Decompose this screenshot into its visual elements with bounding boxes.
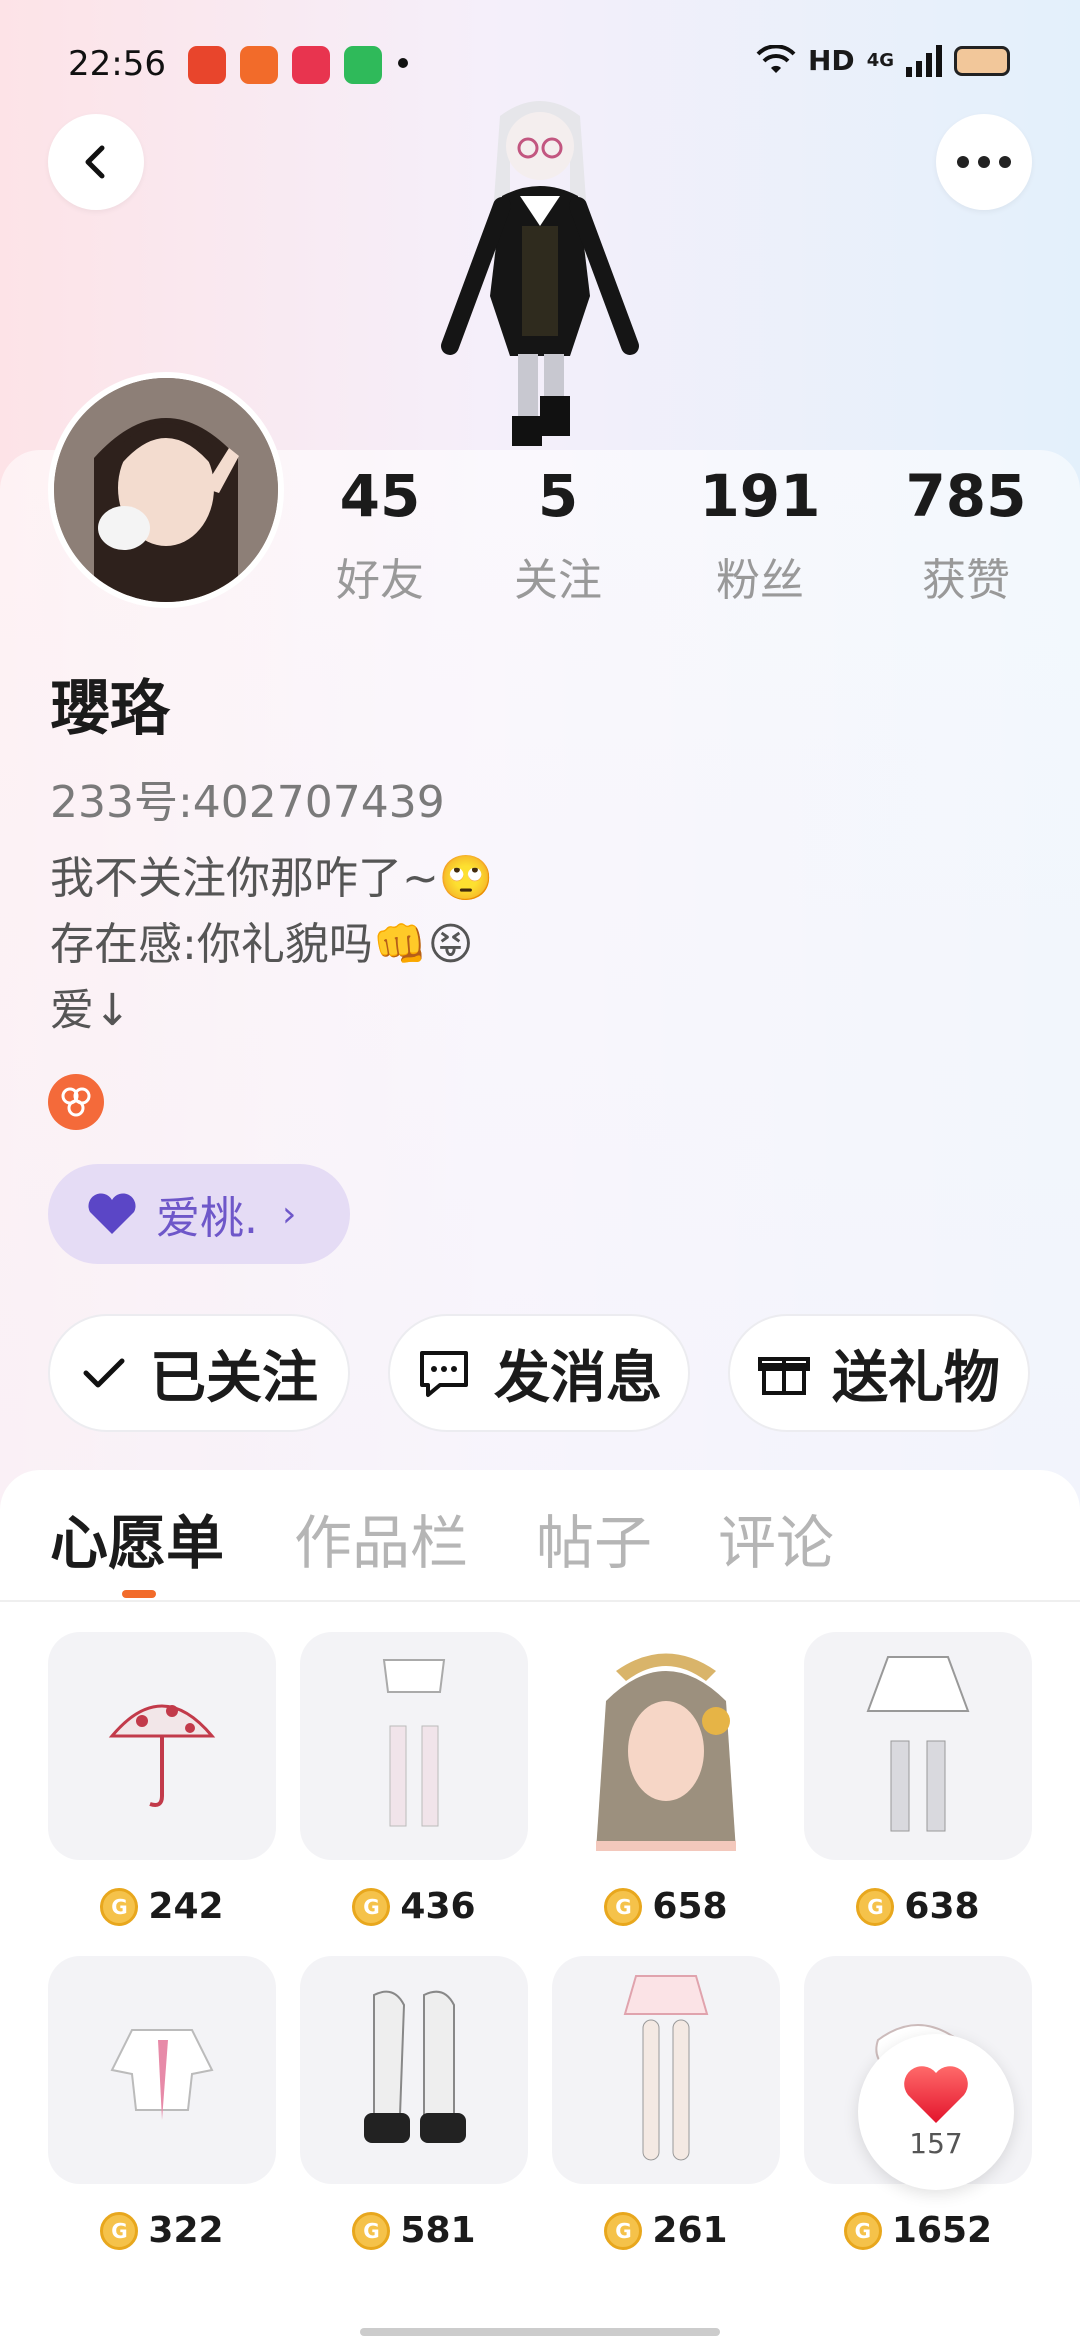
avatar-photo <box>54 378 278 602</box>
gift-icon <box>758 1357 810 1395</box>
item-price: 436 <box>400 1886 476 1927</box>
chevron-right-icon: › <box>282 1193 297 1235</box>
coin-icon: G <box>100 2211 139 2250</box>
avatar[interactable] <box>48 372 284 608</box>
bio-line-3: 爱↓ <box>50 985 131 1036</box>
gift-label: 送礼物 <box>832 1345 1000 1411</box>
wishlist-item[interactable]: G 261 <box>552 1956 780 2251</box>
stat-fans-label: 粉丝 <box>716 555 804 606</box>
tab-wishlist[interactable]: 心愿单 <box>50 1496 224 1580</box>
group-badge-icon[interactable] <box>48 1074 104 1130</box>
taobao-special-app-icon <box>240 46 278 84</box>
stat-following-label: 关注 <box>514 555 602 606</box>
avatar-3d-figure <box>441 101 639 446</box>
message-label: 发消息 <box>494 1345 662 1411</box>
bio-line-1: 我不关注你那咋了~🙄 <box>50 853 494 904</box>
message-button[interactable]: 发消息 <box>388 1314 690 1432</box>
heart-icon <box>904 2065 968 2123</box>
status-bar: 22:56 HD 4G <box>0 40 1080 90</box>
stat-fans[interactable]: 191 粉丝 <box>680 462 840 608</box>
coin-icon: G <box>352 1887 391 1926</box>
stat-friends-label: 好友 <box>336 555 424 606</box>
wishlist-item[interactable]: G 322 <box>48 1956 276 2251</box>
tabs-divider <box>0 1600 1080 1602</box>
profile-tabs: 心愿单 作品栏 帖子 评论 <box>0 1496 1080 1600</box>
heart-icon <box>88 1193 136 1234</box>
cp-relation-button[interactable]: 爱桃. › <box>48 1164 350 1264</box>
status-right: HD 4G <box>756 44 1010 77</box>
follow-button[interactable]: 已关注 <box>48 1314 350 1432</box>
stat-fans-value: 191 <box>699 462 821 530</box>
wishlist-item[interactable]: G 658 <box>552 1632 780 1927</box>
chevron-left-icon <box>85 145 105 179</box>
item-price: 261 <box>652 2210 728 2251</box>
coin-icon: G <box>604 1887 643 1926</box>
item-price: 1652 <box>891 2210 993 2251</box>
check-icon <box>83 1358 125 1388</box>
coin-icon: G <box>352 2211 391 2250</box>
stat-friends-value: 45 <box>339 462 421 530</box>
coin-icon: G <box>604 2211 643 2250</box>
home-indicator[interactable] <box>360 2328 720 2336</box>
more-notifications-dot <box>398 58 408 68</box>
store-app-icon <box>344 46 382 84</box>
stat-following[interactable]: 5 关注 <box>478 462 638 608</box>
bio-line-2: 存在感:你礼貌吗👊😝 <box>50 919 474 970</box>
stat-likes[interactable]: 785 获赞 <box>886 462 1046 608</box>
wishlist-item[interactable]: G 242 <box>48 1632 276 1927</box>
tab-comments[interactable]: 评论 <box>718 1496 834 1580</box>
stat-likes-value: 785 <box>905 462 1027 530</box>
music-app-icon <box>292 46 330 84</box>
more-dots-icon <box>957 156 1011 168</box>
bio: 我不关注你那咋了~🙄 存在感:你礼貌吗👊😝 爱↓ <box>50 846 494 1044</box>
back-button[interactable] <box>48 114 144 210</box>
item-price: 658 <box>652 1886 728 1927</box>
item-price: 581 <box>400 2210 476 2251</box>
item-price: 322 <box>148 2210 224 2251</box>
taobao-app-icon <box>188 46 226 84</box>
coin-icon: G <box>856 1887 895 1926</box>
boots-item-icon <box>300 1956 528 2184</box>
item-price: 638 <box>904 1886 980 1927</box>
white-skirt-item-icon <box>804 1632 1032 1860</box>
stat-likes-label: 获赞 <box>922 555 1010 606</box>
pink-skirt-item-icon <box>552 1956 780 2184</box>
user-id[interactable]: 233号:402707439 <box>50 766 445 830</box>
gift-button[interactable]: 送礼物 <box>728 1314 1030 1432</box>
like-count: 157 <box>909 2126 963 2160</box>
like-button[interactable]: 157 <box>858 2034 1014 2190</box>
follow-label: 已关注 <box>150 1345 318 1411</box>
tab-works[interactable]: 作品栏 <box>294 1496 468 1580</box>
tab-posts[interactable]: 帖子 <box>536 1496 652 1580</box>
coin-icon: G <box>843 2211 882 2250</box>
skirt-stockings-item-icon <box>300 1632 528 1860</box>
tab-active-indicator <box>122 1590 156 1598</box>
coin-icon: G <box>100 1887 139 1926</box>
signal-icon <box>906 44 942 77</box>
more-button[interactable] <box>936 114 1032 210</box>
hairstyle-item-icon <box>552 1632 780 1860</box>
umbrella-item-icon <box>48 1632 276 1860</box>
username: 瓔珞 <box>50 674 170 744</box>
chat-icon <box>420 1351 468 1397</box>
hd-indicator: HD <box>808 44 855 77</box>
wishlist-item[interactable]: G 581 <box>300 1956 528 2251</box>
item-price: 242 <box>148 1886 224 1927</box>
stat-following-value: 5 <box>537 462 579 530</box>
stat-friends[interactable]: 45 好友 <box>300 462 460 608</box>
cp-label: 爱桃. <box>156 1193 258 1244</box>
wifi-icon <box>756 44 796 73</box>
wishlist-item[interactable]: G 436 <box>300 1632 528 1927</box>
battery-icon <box>954 45 1010 76</box>
blouse-item-icon <box>48 1956 276 2184</box>
status-time: 22:56 <box>68 44 166 84</box>
wishlist-item[interactable]: G 638 <box>804 1632 1032 1927</box>
network-type: 4G <box>866 50 894 71</box>
